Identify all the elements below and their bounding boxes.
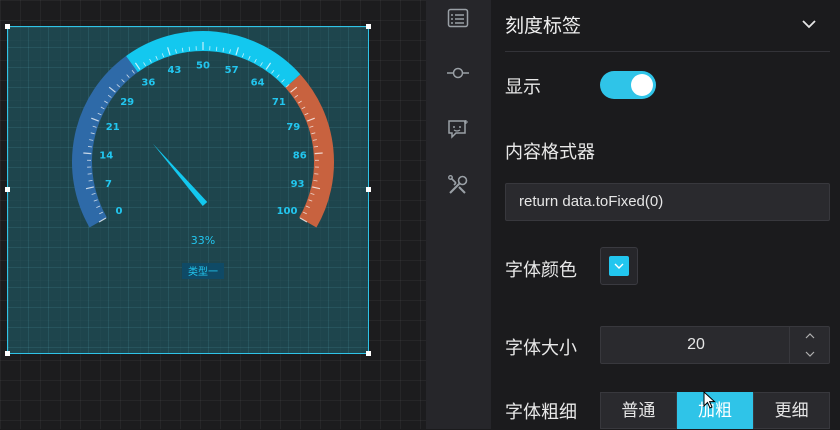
toggle-knob [631, 74, 653, 96]
gauge-tick-label: 0 [116, 206, 123, 217]
gauge-value-label: 33% [191, 234, 215, 247]
font-size-stepper [789, 327, 829, 363]
gauge-tick [315, 153, 323, 154]
font-color-label: 字体颜色 [505, 256, 577, 282]
gauge-tick-label: 71 [272, 97, 286, 108]
font-weight-label: 字体粗细 [505, 398, 577, 424]
gauge-tick-label: 21 [106, 122, 120, 133]
gauge-tick [314, 146, 318, 147]
gauge-tick-label: 29 [120, 97, 134, 108]
gauge-tick-label: 57 [225, 65, 239, 76]
gauge-chart: 0 7 14 21 29 36 43 50 57 64 71 79 86 93 100 33% 类型一 [0, 0, 426, 429]
gauge-tick-label: 7 [105, 179, 112, 190]
gauge-tick-label: 64 [251, 77, 265, 88]
font-weight-lighter[interactable]: 更细 [753, 392, 830, 429]
font-size-value[interactable]: 20 [601, 327, 791, 363]
gauge-band-mid [132, 41, 293, 81]
show-toggle[interactable] [600, 71, 656, 99]
gauge-tick-label: 79 [286, 122, 300, 133]
editor-canvas[interactable]: 0 7 14 21 29 36 43 50 57 64 71 79 86 93 100 33% 类型一 [0, 0, 426, 429]
font-size-input[interactable]: 20 [600, 326, 830, 364]
property-tab-rail [426, 0, 491, 429]
chevron-down-icon[interactable] [799, 14, 819, 34]
list-icon[interactable] [446, 6, 470, 30]
gauge-tick-label: 36 [141, 77, 155, 88]
gauge-band-low [82, 64, 132, 222]
chevron-down-icon [805, 351, 815, 357]
formatter-label: 内容格式器 [505, 138, 595, 164]
gauge-tick [83, 153, 91, 154]
section-divider [505, 51, 830, 52]
gauge-tick [88, 146, 92, 147]
gauge-needle [153, 143, 208, 206]
chevron-up-icon [805, 333, 815, 339]
font-color-picker[interactable] [600, 247, 638, 285]
gauge-tick-label: 86 [293, 150, 307, 161]
formatter-input[interactable]: return data.toFixed(0) [505, 183, 830, 221]
font-weight-normal[interactable]: 普通 [600, 392, 677, 429]
increment-button[interactable] [790, 327, 829, 345]
color-swatch [609, 256, 629, 276]
decrement-button[interactable] [790, 345, 829, 363]
node-icon[interactable] [446, 61, 470, 85]
tools-icon[interactable] [446, 173, 470, 197]
show-label: 显示 [505, 73, 541, 99]
chevron-down-icon [614, 263, 624, 270]
font-size-label: 字体大小 [505, 334, 577, 360]
mouse-cursor-icon [703, 391, 717, 411]
comment-icon[interactable] [446, 117, 470, 141]
gauge-tick-label: 43 [167, 65, 181, 76]
series-badge: 类型一 [188, 265, 218, 278]
settings-panel: 刻度标签 显示 内容格式器 return data.toFixed(0) 字体颜… [491, 0, 840, 429]
gauge-tick-label: 100 [277, 206, 298, 217]
gauge-tick-label: 93 [291, 179, 305, 190]
gauge-tick-label: 14 [99, 150, 113, 161]
section-title[interactable]: 刻度标签 [505, 11, 581, 38]
gauge-tick-label: 50 [196, 61, 210, 72]
